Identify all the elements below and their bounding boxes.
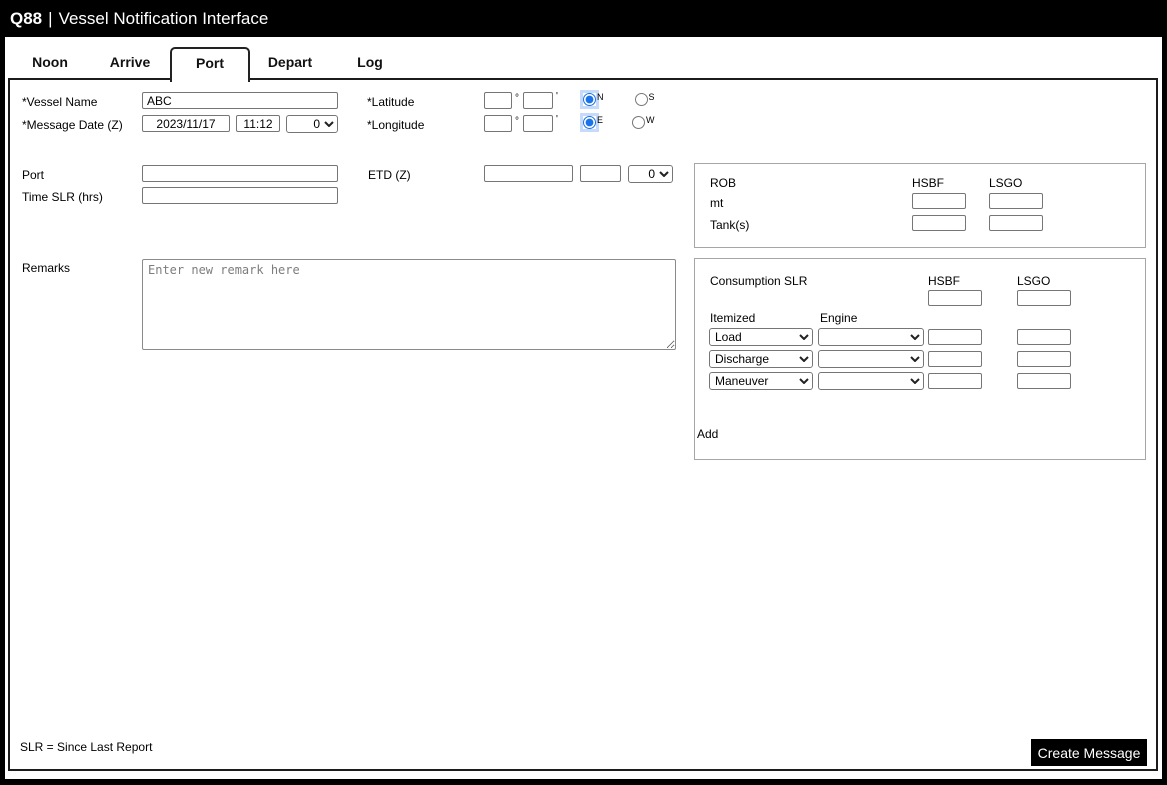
longitude-minute-symbol: ' (556, 114, 558, 125)
etd-utc-offset-wrap: 0 (628, 165, 673, 183)
consumption-row2-hsbf-input[interactable] (928, 351, 982, 367)
message-utc-offset-wrap: 0 (286, 115, 338, 133)
longitude-minutes-input[interactable] (523, 115, 553, 132)
rob-mt-lsgo-input[interactable] (989, 193, 1043, 209)
tab-log[interactable]: Log (330, 47, 410, 79)
tab-arrive[interactable]: Arrive (90, 47, 170, 79)
consumption-row3-lsgo-input[interactable] (1017, 373, 1071, 389)
title-separator: | (48, 8, 53, 28)
port-input[interactable] (142, 165, 338, 182)
rob-col-hsbf: HSBF (912, 176, 945, 190)
itemized-row3-wrap: Maneuver (709, 372, 813, 390)
longitude-degree-symbol: ° (515, 116, 519, 127)
message-date-label: *Message Date (Z) (22, 118, 123, 132)
engine-select-1[interactable] (818, 328, 924, 346)
title-bar: Q88 | Vessel Notification Interface (0, 0, 1167, 37)
consumption-row1-hsbf-input[interactable] (928, 329, 982, 345)
time-slr-label: Time SLR (hrs) (22, 190, 103, 204)
latitude-hemisphere-group: N S (583, 92, 655, 106)
longitude-label: *Longitude (367, 118, 425, 132)
rob-mt-label: mt (710, 196, 724, 210)
add-row-button[interactable]: Add (697, 427, 718, 441)
content-area: Noon Arrive Port Depart Log *Vessel Name… (5, 37, 1162, 779)
itemized-row2-wrap: Discharge (709, 350, 813, 368)
engine-row3-wrap (818, 372, 924, 390)
message-time-input[interactable] (236, 115, 280, 132)
latitude-south-option[interactable]: S (634, 92, 655, 106)
etd-label: ETD (Z) (368, 168, 411, 182)
vessel-name-label: *Vessel Name (22, 95, 98, 109)
rob-tanks-label: Tank(s) (710, 218, 750, 232)
longitude-east-label: E (597, 115, 604, 125)
latitude-north-label: N (597, 92, 604, 102)
page-title: Vessel Notification Interface (58, 8, 269, 28)
rob-tanks-hsbf-input[interactable] (912, 215, 966, 231)
latitude-south-radio[interactable] (634, 93, 648, 106)
port-tab-panel: *Vessel Name *Latitude ° ' N S *Message … (8, 78, 1158, 771)
tab-port[interactable]: Port (170, 47, 250, 82)
remarks-textarea[interactable] (142, 259, 676, 350)
create-message-button[interactable]: Create Message (1031, 739, 1147, 766)
engine-label: Engine (820, 311, 858, 325)
message-utc-offset-select[interactable]: 0 (286, 115, 338, 133)
engine-select-3[interactable] (818, 372, 924, 390)
etd-date-input[interactable] (484, 165, 573, 182)
longitude-degrees-input[interactable] (484, 115, 512, 132)
app-window: Q88 | Vessel Notification Interface Noon… (0, 0, 1167, 785)
consumption-row3-hsbf-input[interactable] (928, 373, 982, 389)
latitude-south-label: S (648, 92, 655, 102)
consumption-slr-section: Consumption SLR HSBF LSGO Itemized Engin… (694, 258, 1146, 460)
rob-title: ROB (710, 176, 737, 190)
latitude-degrees-input[interactable] (484, 92, 512, 109)
itemized-select-1[interactable]: Load (709, 328, 813, 346)
latitude-minutes-input[interactable] (523, 92, 553, 109)
latitude-label: *Latitude (367, 95, 415, 109)
engine-row1-wrap (818, 328, 924, 346)
longitude-hemisphere-group: E W (583, 115, 655, 129)
remarks-label: Remarks (22, 261, 71, 275)
itemized-row1-wrap: Load (709, 328, 813, 346)
latitude-north-radio[interactable] (583, 93, 596, 106)
etd-utc-offset-select[interactable]: 0 (628, 165, 673, 183)
longitude-east-option[interactable]: E (583, 115, 604, 129)
latitude-minute-symbol: ' (556, 91, 558, 102)
consumption-col-hsbf: HSBF (928, 274, 961, 288)
itemized-select-2[interactable]: Discharge (709, 350, 813, 368)
longitude-east-radio[interactable] (583, 116, 596, 129)
engine-row2-wrap (818, 350, 924, 368)
itemized-label: Itemized (710, 311, 756, 325)
rob-section: ROB HSBF LSGO mt Tank(s) (694, 163, 1146, 248)
longitude-west-label: W (646, 115, 655, 125)
rob-mt-hsbf-input[interactable] (912, 193, 966, 209)
longitude-west-option[interactable]: W (632, 115, 655, 129)
vessel-name-input[interactable] (142, 92, 338, 109)
etd-time-input[interactable] (580, 165, 621, 182)
engine-select-2[interactable] (818, 350, 924, 368)
tab-noon[interactable]: Noon (10, 47, 90, 79)
app-brand: Q88 (10, 8, 43, 28)
consumption-total-hsbf-input[interactable] (928, 290, 982, 306)
rob-col-lsgo: LSGO (989, 176, 1023, 190)
rob-tanks-lsgo-input[interactable] (989, 215, 1043, 231)
message-date-input[interactable] (142, 115, 230, 132)
tab-depart[interactable]: Depart (250, 47, 330, 79)
consumption-title: Consumption SLR (710, 274, 808, 288)
latitude-north-option[interactable]: N (583, 92, 604, 106)
consumption-row2-lsgo-input[interactable] (1017, 351, 1071, 367)
consumption-row1-lsgo-input[interactable] (1017, 329, 1071, 345)
time-slr-input[interactable] (142, 187, 338, 204)
consumption-col-lsgo: LSGO (1017, 274, 1051, 288)
consumption-total-lsgo-input[interactable] (1017, 290, 1071, 306)
slr-footnote: SLR = Since Last Report (20, 740, 153, 754)
latitude-degree-symbol: ° (515, 93, 519, 104)
itemized-select-3[interactable]: Maneuver (709, 372, 813, 390)
longitude-west-radio[interactable] (632, 116, 646, 129)
port-label: Port (22, 168, 45, 182)
